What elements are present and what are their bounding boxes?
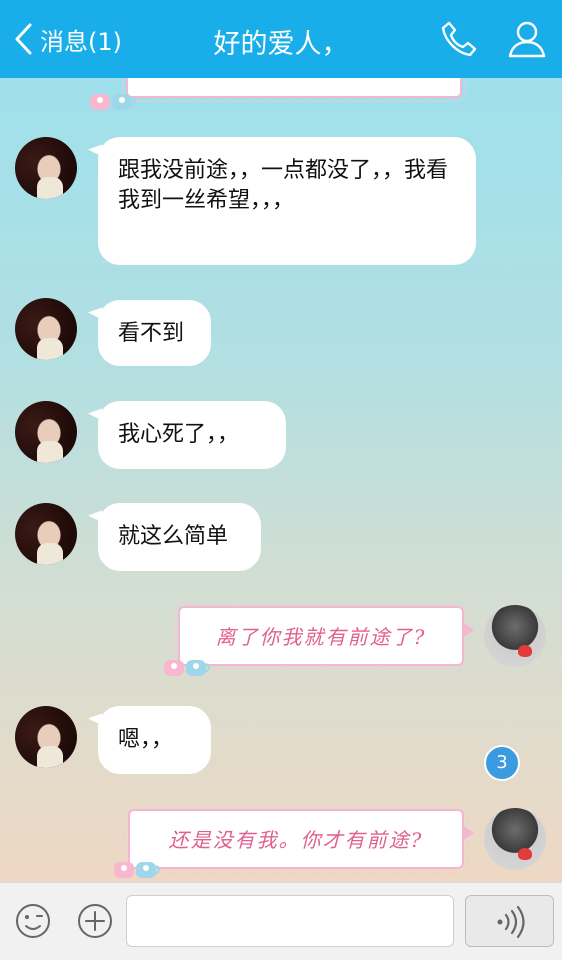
contact-avatar[interactable]: [15, 706, 77, 768]
teacup-sticker-icon: [90, 94, 136, 110]
message-bubble[interactable]: 就这么简单: [98, 503, 261, 571]
contact-avatar[interactable]: [15, 503, 77, 565]
plus-button[interactable]: [76, 902, 114, 940]
contact-avatar[interactable]: [15, 298, 77, 360]
plus-icon: [78, 904, 112, 938]
chat-area[interactable]: 跟我没前途，，一点都没了，，我看我到一丝希望，，， 看不到 我心死了，， 就这么…: [0, 78, 562, 882]
teacup-sticker-icon: [164, 660, 210, 676]
teacup-sticker-icon: [114, 862, 160, 878]
sticker-bubble-partial: [122, 78, 466, 102]
emoji-icon: [16, 904, 50, 938]
message-text: 看不到: [118, 321, 185, 346]
phone-button[interactable]: [440, 20, 478, 58]
sticker-bubble[interactable]: 离了你我就有前途了?: [174, 602, 474, 670]
message-bubble[interactable]: 嗯，，: [98, 706, 211, 774]
sticker-text: 还是没有我。你才有前途?: [168, 828, 424, 852]
sticker-text: 离了你我就有前途了?: [215, 625, 427, 649]
unread-badge[interactable]: 3: [484, 745, 520, 781]
message-text: 跟我没前途，，一点都没了，，我看我到一丝希望，，，: [118, 158, 449, 213]
message-input[interactable]: [126, 895, 454, 947]
profile-button[interactable]: [506, 18, 548, 60]
voice-button[interactable]: [465, 895, 554, 947]
message-bubble[interactable]: 看不到: [98, 300, 211, 366]
sticker-bubble[interactable]: 还是没有我。你才有前途?: [124, 805, 474, 873]
voice-icon: [497, 906, 525, 938]
profile-icon: [508, 21, 546, 58]
my-avatar[interactable]: [484, 808, 546, 870]
contact-avatar[interactable]: [15, 137, 77, 199]
contact-avatar[interactable]: [15, 401, 77, 463]
message-text: 就这么简单: [118, 524, 229, 549]
message-text: 嗯，，: [118, 727, 174, 752]
phone-icon: [441, 21, 477, 57]
message-bubble[interactable]: 我心死了，，: [98, 401, 286, 469]
top-bar: 消息(1) 好的爱人，: [0, 0, 562, 78]
my-avatar[interactable]: [484, 605, 546, 667]
message-bubble[interactable]: 跟我没前途，，一点都没了，，我看我到一丝希望，，，: [98, 137, 476, 265]
emoji-button[interactable]: [14, 902, 52, 940]
message-text: 我心死了，，: [118, 422, 240, 447]
